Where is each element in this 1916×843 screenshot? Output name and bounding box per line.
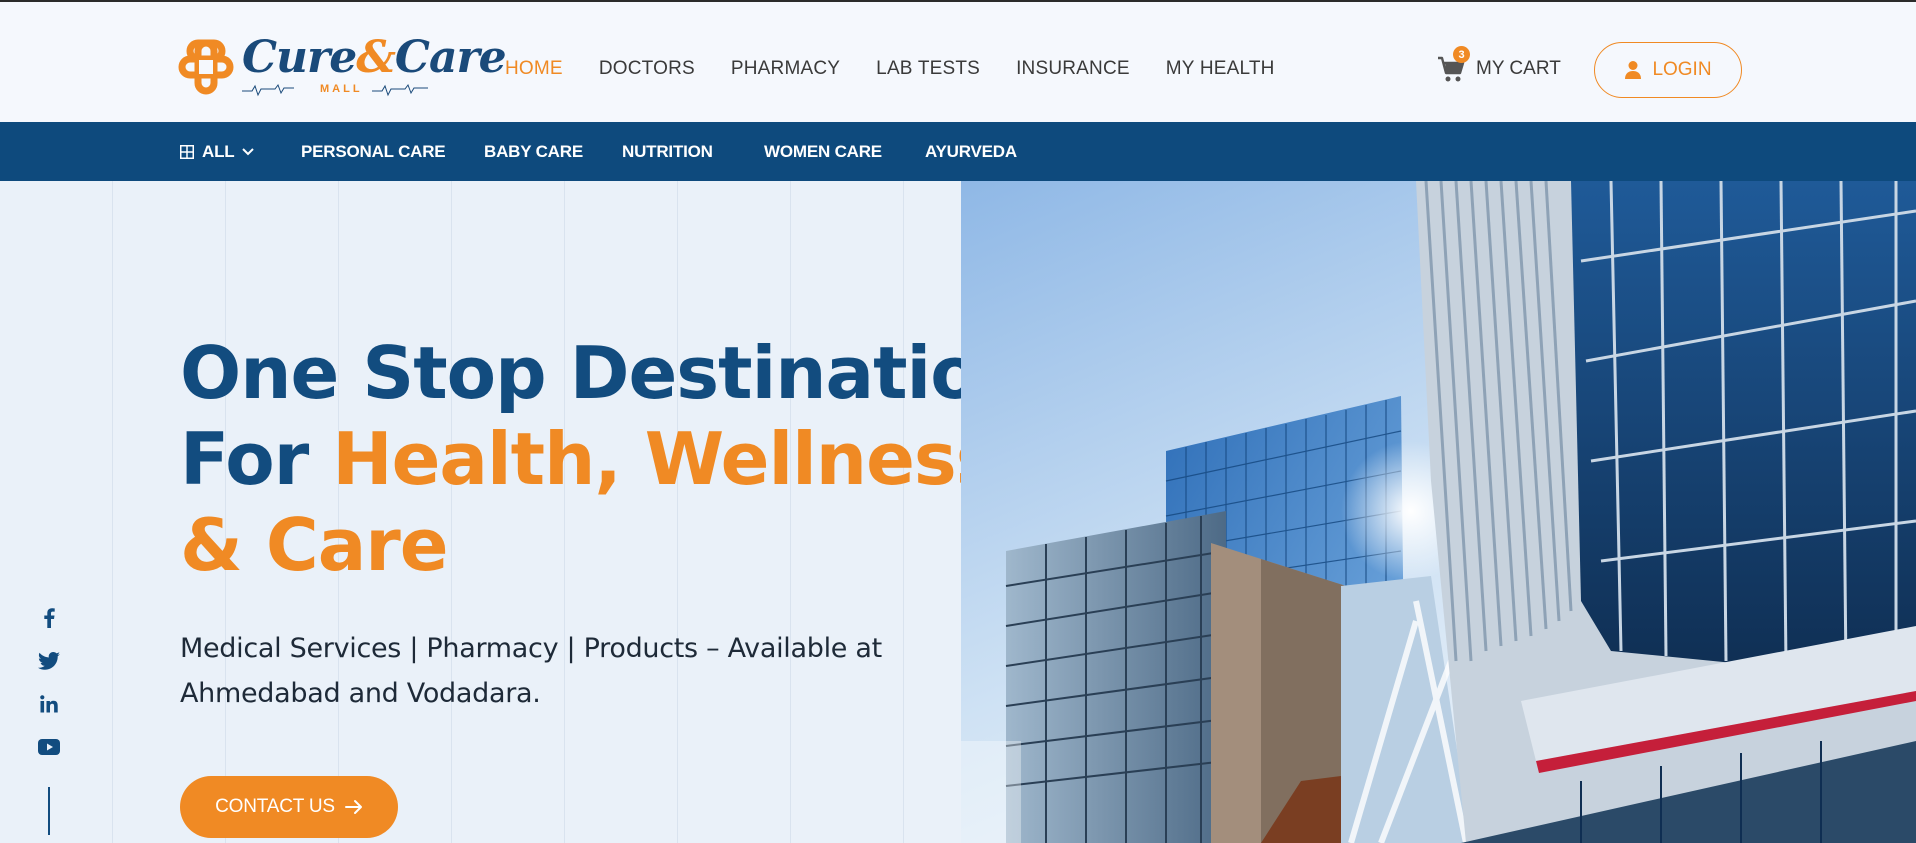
category-personal-care[interactable]: PERSONAL CARE <box>301 142 446 162</box>
cart-link[interactable]: 3 MY CART <box>1436 46 1561 84</box>
login-button[interactable]: LOGIN <box>1594 42 1742 98</box>
brand-logo[interactable]: Cure&Care MALL <box>178 32 507 98</box>
hero-headline: One Stop Destination For Health, Wellnes… <box>180 330 1030 588</box>
linkedin-icon[interactable] <box>36 691 62 717</box>
cross-logo-icon <box>178 39 234 95</box>
login-label: LOGIN <box>1652 59 1712 80</box>
nav-pharmacy[interactable]: PHARMACY <box>731 58 840 80</box>
hero-line-2-highlight: Health, Wellness <box>332 417 998 501</box>
brand-name-amp: & <box>356 32 396 83</box>
twitter-icon[interactable] <box>36 648 62 674</box>
hero-line-1: One Stop Destination <box>180 331 1030 415</box>
nav-my-health[interactable]: MY HEALTH <box>1166 58 1275 80</box>
top-header: Cure&Care MALL HOME DOCTORS PHARMACY LAB… <box>0 0 1916 122</box>
cart-label: MY CART <box>1476 58 1561 79</box>
category-women-care[interactable]: WOMEN CARE <box>764 142 882 162</box>
user-icon <box>1625 61 1642 79</box>
grid-icon <box>180 145 194 159</box>
category-all-label: ALL <box>202 142 235 161</box>
hero-subtext-line-2: Ahmedabad and Vodadara. <box>180 678 541 709</box>
arrow-right-icon <box>344 800 362 814</box>
social-links <box>36 605 62 777</box>
nav-home[interactable]: HOME <box>505 58 563 80</box>
brand-sub: MALL <box>320 83 363 95</box>
category-nutrition[interactable]: NUTRITION <box>622 142 713 162</box>
grid-divider <box>112 181 113 843</box>
category-all-dropdown[interactable]: ALL <box>180 142 255 162</box>
category-ayurveda[interactable]: AYURVEDA <box>925 142 1017 162</box>
youtube-icon[interactable] <box>36 734 62 760</box>
nav-doctors[interactable]: DOCTORS <box>599 58 695 80</box>
category-baby-care[interactable]: BABY CARE <box>484 142 583 162</box>
brand-name-part1: Cure <box>242 32 357 83</box>
brand-name-part2: Care <box>394 32 507 83</box>
facebook-icon[interactable] <box>36 605 62 631</box>
hero-building-image <box>961 181 1916 843</box>
contact-us-button[interactable]: CONTACT US <box>180 776 398 838</box>
building-illustration <box>961 181 1916 843</box>
nav-insurance[interactable]: INSURANCE <box>1016 58 1130 80</box>
main-nav: HOME DOCTORS PHARMACY LAB TESTS INSURANC… <box>505 58 1311 80</box>
contact-us-label: CONTACT US <box>215 796 335 817</box>
hero-subtext: Medical Services | Pharmacy | Products –… <box>180 626 900 716</box>
social-divider-line <box>48 787 50 835</box>
hero-subtext-line-1: Medical Services | Pharmacy | Products –… <box>180 633 882 664</box>
hero-line-3: & Care <box>180 503 449 587</box>
hero-line-2-prefix: For <box>180 417 333 501</box>
cart-icon: 3 <box>1436 46 1470 84</box>
category-bar: ALL PERSONAL CARE BABY CARE NUTRITION WO… <box>0 122 1916 181</box>
cart-count-badge: 3 <box>1453 46 1470 63</box>
nav-lab-tests[interactable]: LAB TESTS <box>876 58 980 80</box>
chevron-down-icon <box>242 148 255 156</box>
brand-name: Cure&Care <box>242 32 507 83</box>
